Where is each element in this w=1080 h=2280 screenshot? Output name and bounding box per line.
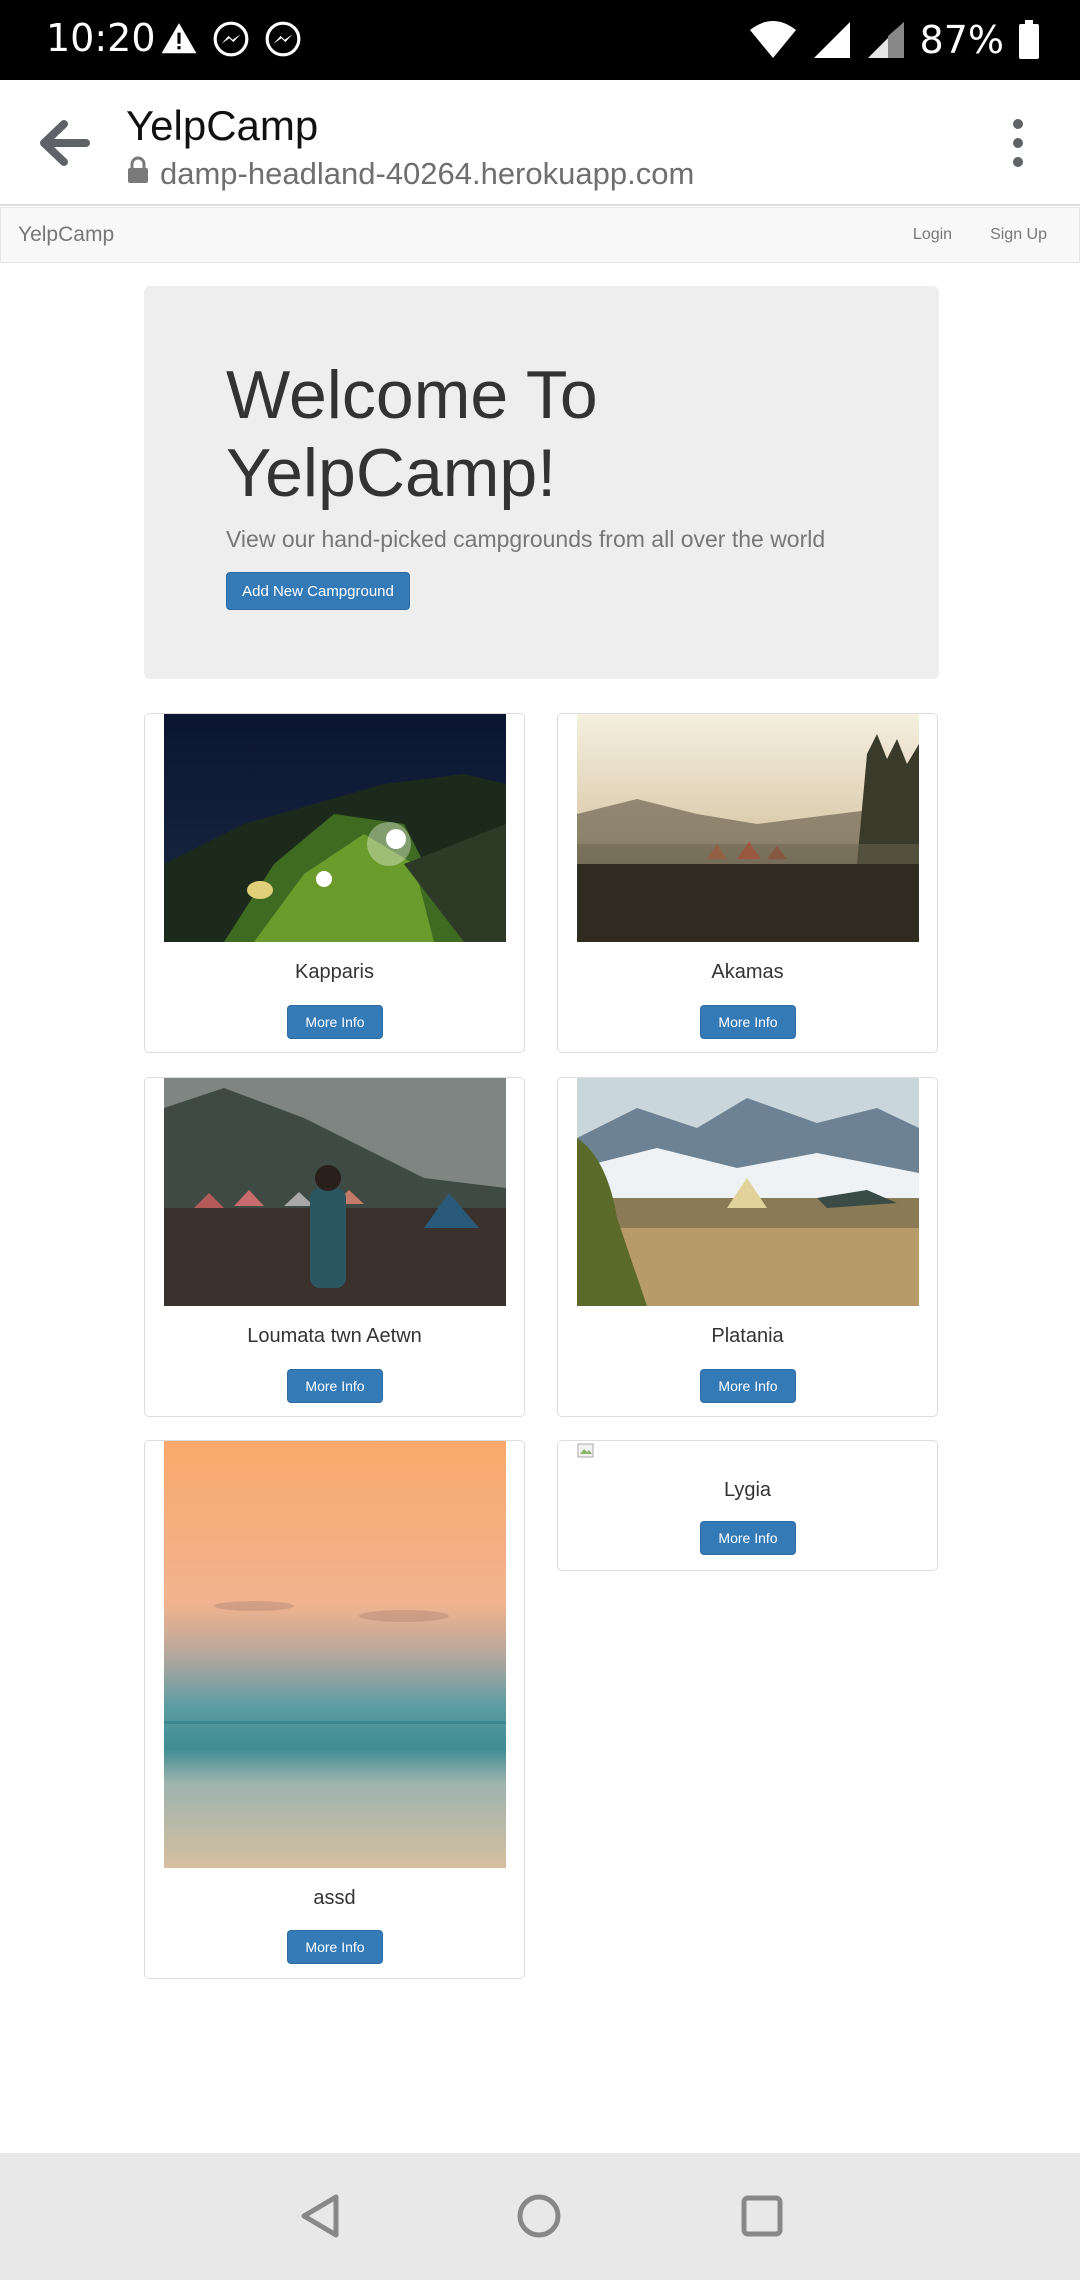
broken-image-icon bbox=[577, 1443, 595, 1459]
wifi-icon bbox=[748, 20, 798, 60]
campground-name: Lygia bbox=[723, 1479, 772, 1501]
lock-icon bbox=[126, 156, 150, 192]
campground-name: Platania bbox=[711, 1325, 784, 1347]
campground-image bbox=[164, 1078, 506, 1306]
more-info-button[interactable]: More Info bbox=[287, 1369, 383, 1403]
campground-card: Platania More Info bbox=[557, 1077, 938, 1417]
back-triangle-icon[interactable] bbox=[296, 2191, 346, 2246]
campground-image bbox=[577, 1078, 919, 1306]
campground-name: Kapparis bbox=[295, 961, 374, 983]
battery-icon bbox=[1018, 20, 1040, 60]
page-title: Welcome To YelpCamp! bbox=[226, 357, 598, 511]
more-info-button[interactable]: More Info bbox=[700, 1369, 796, 1403]
home-circle-icon[interactable] bbox=[514, 2191, 564, 2246]
url-bar[interactable]: damp-headland-40264.herokuapp.com bbox=[126, 156, 694, 192]
browser-toolbar: YelpCamp damp-headland-40264.herokuapp.c… bbox=[0, 80, 1080, 206]
more-info-button[interactable]: More Info bbox=[287, 1005, 383, 1039]
campground-name: Loumata twn Aetwn bbox=[247, 1325, 422, 1347]
jumbotron: Welcome To YelpCamp! View our hand-picke… bbox=[144, 286, 939, 679]
add-campground-button[interactable]: Add New Campground bbox=[226, 572, 410, 610]
campground-card: Kapparis More Info bbox=[144, 713, 525, 1053]
messenger-icon-2 bbox=[264, 20, 302, 63]
signup-link[interactable]: Sign Up bbox=[990, 226, 1047, 244]
page-subtitle: View our hand-picked campgrounds from al… bbox=[226, 526, 826, 552]
battery-percent: 87% bbox=[919, 18, 1004, 62]
campground-card: assd More Info bbox=[144, 1440, 525, 1979]
site-navbar: YelpCamp Login Sign Up bbox=[0, 207, 1080, 263]
system-nav-bar bbox=[0, 2153, 1080, 2280]
status-time: 10:20 bbox=[46, 16, 156, 60]
more-info-button[interactable]: More Info bbox=[700, 1005, 796, 1039]
recents-square-icon[interactable] bbox=[737, 2191, 787, 2246]
status-bar: 10:20 87% bbox=[0, 0, 1080, 80]
url-text: damp-headland-40264.herokuapp.com bbox=[160, 156, 695, 191]
navbar-brand[interactable]: YelpCamp bbox=[18, 223, 114, 247]
messenger-icon bbox=[212, 20, 250, 63]
more-options-icon[interactable] bbox=[1008, 118, 1028, 168]
warning-icon bbox=[160, 20, 198, 63]
more-info-button[interactable]: More Info bbox=[287, 1930, 383, 1964]
campground-name: Akamas bbox=[711, 961, 784, 983]
browser-page-title: YelpCamp bbox=[126, 102, 319, 149]
campground-card: Loumata twn Aetwn More Info bbox=[144, 1077, 525, 1417]
signal-icon bbox=[812, 20, 852, 60]
campground-card: Lygia More Info bbox=[557, 1440, 938, 1571]
more-info-button[interactable]: More Info bbox=[700, 1521, 796, 1555]
campground-card: Akamas More Info bbox=[557, 713, 938, 1053]
campground-name: assd bbox=[313, 1887, 356, 1909]
campground-image bbox=[164, 1441, 506, 1868]
signal-icon-2 bbox=[866, 20, 906, 60]
campground-image bbox=[577, 714, 919, 942]
campground-image bbox=[164, 714, 506, 942]
back-arrow-icon[interactable] bbox=[36, 118, 92, 168]
login-link[interactable]: Login bbox=[913, 226, 952, 244]
